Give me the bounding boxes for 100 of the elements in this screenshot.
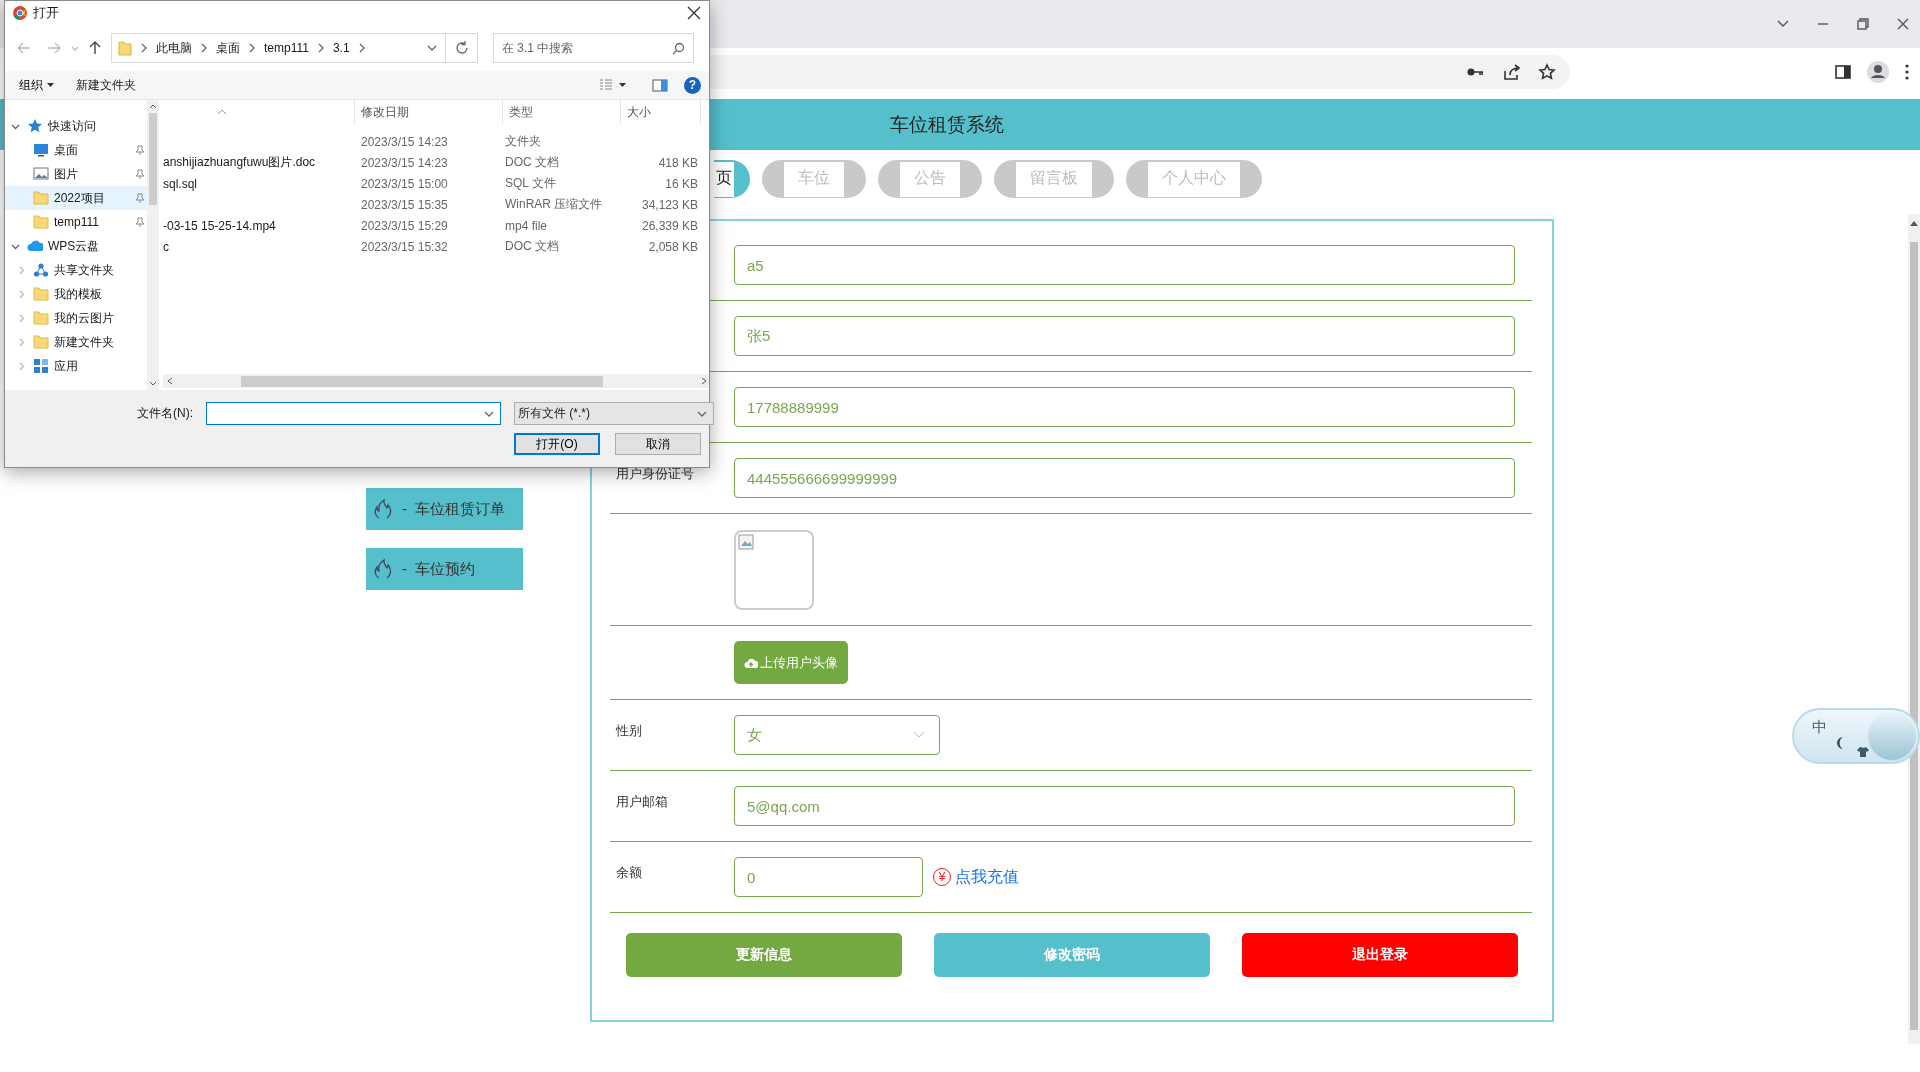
- file-type: WinRAR 压缩文件: [505, 197, 603, 211]
- share-nodes-icon: [33, 262, 49, 278]
- filename-field[interactable]: [206, 402, 501, 425]
- scroll-down-icon: [149, 381, 157, 386]
- action-button[interactable]: 退出登录: [1242, 933, 1518, 977]
- file-name: sql.sql: [163, 176, 197, 191]
- pin-icon[interactable]: [135, 193, 145, 203]
- browser-logo-icon: [13, 6, 27, 20]
- collapsed-chevron-icon[interactable]: [17, 313, 26, 323]
- field-label: 性别: [616, 723, 642, 738]
- column-header[interactable]: 修改日期: [361, 103, 409, 121]
- apps-icon: [33, 358, 49, 374]
- tree-item[interactable]: 共享文件夹: [5, 258, 147, 282]
- scrollbar[interactable]: [1908, 214, 1920, 1044]
- file-size: 26,339 KB: [641, 218, 698, 233]
- close-icon[interactable]: [1896, 17, 1910, 31]
- collapsed-chevron-icon[interactable]: [17, 337, 26, 347]
- breadcrumb-item[interactable]: temp111: [264, 41, 309, 55]
- tree-item[interactable]: WPS云盘: [5, 234, 147, 258]
- more-icon[interactable]: [1904, 62, 1910, 81]
- tree-item[interactable]: 快速访问: [5, 114, 147, 138]
- star-icon[interactable]: [1538, 62, 1556, 81]
- address-box[interactable]: 此电脑 桌面 temp111 3.1: [111, 33, 446, 63]
- new-folder-button[interactable]: 新建文件夹: [76, 76, 136, 94]
- pin-icon[interactable]: [135, 145, 145, 155]
- folder-icon: [33, 214, 49, 230]
- field-label: 用户邮箱: [616, 794, 668, 809]
- scrollbar[interactable]: [147, 100, 159, 390]
- pin-icon[interactable]: [135, 217, 145, 227]
- file-type: DOC 文档: [505, 155, 559, 169]
- file-type: 文件夹: [505, 134, 541, 148]
- file-type: mp4 file: [505, 218, 548, 233]
- broken-image-icon: [738, 533, 754, 550]
- dropdown-icon: [484, 410, 494, 417]
- file-size: 418 KB: [658, 155, 698, 170]
- chevron-down-icon: [913, 731, 925, 739]
- sidebar-item[interactable]: - 车位租赁订单: [366, 488, 523, 530]
- file-row[interactable]: -03-15 15-25-14.mp4 2023/3/15 15:29 mp4 file 26,339 KB: [163, 215, 709, 236]
- forward-arrow-icon[interactable]: [47, 42, 61, 54]
- folder-icon: [33, 190, 49, 206]
- chevron-right-icon: [201, 43, 207, 53]
- recharge-link[interactable]: 点我充值: [955, 866, 1019, 888]
- collapsed-chevron-icon[interactable]: [17, 265, 26, 275]
- input-method-widget[interactable]: 中: [1792, 708, 1920, 764]
- up-arrow-icon[interactable]: [89, 41, 101, 55]
- refresh-button[interactable]: [446, 33, 478, 63]
- file-date: 2023/3/15 15:29: [361, 218, 448, 233]
- tree-item[interactable]: 我的云图片: [5, 306, 147, 330]
- chevron-right-icon: [317, 43, 324, 53]
- scrollbar-thumb[interactable]: [149, 113, 157, 205]
- dialog-button[interactable]: 取消: [615, 433, 701, 455]
- back-arrow-icon[interactable]: [17, 42, 31, 54]
- pin-icon[interactable]: [135, 169, 145, 179]
- scrollbar-thumb[interactable]: [241, 375, 603, 387]
- search-icon: [672, 41, 685, 55]
- cloud-icon: [27, 238, 43, 254]
- column-header[interactable]: 类型: [509, 103, 533, 121]
- shirt-icon: [1856, 746, 1870, 758]
- scrollbar-thumb[interactable]: [1910, 242, 1918, 1030]
- file-row[interactable]: anshijiazhuangfuwu图片.doc 2023/3/15 14:23 DOC 文档 418 KB: [163, 152, 709, 173]
- dropdown-icon[interactable]: [427, 45, 437, 51]
- breadcrumb-item[interactable]: 此电脑: [156, 39, 192, 57]
- organize-menu[interactable]: 组织: [19, 76, 54, 94]
- file-row[interactable]: c 2023/3/15 15:32 DOC 文档 2,058 KB: [163, 236, 709, 257]
- tree-item[interactable]: 新建文件夹: [5, 330, 147, 354]
- sidebar-item[interactable]: - 车位预约: [366, 548, 523, 590]
- restore-icon[interactable]: [1856, 17, 1870, 31]
- scroll-up-icon[interactable]: [1910, 220, 1918, 226]
- help-button[interactable]: ?: [684, 76, 701, 94]
- collapsed-chevron-icon[interactable]: [17, 361, 26, 371]
- file-name: -03-15 15-25-14.mp4: [163, 218, 276, 233]
- preview-pane-icon[interactable]: [652, 78, 668, 92]
- file-row[interactable]: sql.sql 2023/3/15 15:00 SQL 文件 16 KB: [163, 173, 709, 194]
- file-date: 2023/3/15 14:23: [361, 155, 448, 170]
- file-size: 16 KB: [665, 176, 698, 191]
- side-panel-icon[interactable]: [1834, 62, 1852, 81]
- horizontal-scrollbar[interactable]: [163, 374, 709, 388]
- caret-icon[interactable]: [619, 83, 626, 87]
- tree-item[interactable]: 应用: [5, 354, 147, 378]
- file-row[interactable]: 2023/3/15 14:23 文件夹: [163, 131, 709, 152]
- collapsed-chevron-icon[interactable]: [17, 289, 26, 299]
- breadcrumb-item[interactable]: 桌面: [216, 39, 240, 57]
- share-icon[interactable]: [1502, 62, 1520, 81]
- tree-item[interactable]: 我的模板: [5, 282, 147, 306]
- sort-caret-icon[interactable]: [216, 109, 227, 115]
- profile-icon[interactable]: [1866, 59, 1890, 84]
- tree-item[interactable]: 图片: [5, 162, 147, 186]
- column-header[interactable]: 大小: [627, 103, 651, 121]
- nav-tab[interactable]: 页: [714, 160, 750, 198]
- tree-item[interactable]: temp111: [5, 210, 147, 234]
- file-row[interactable]: 2023/3/15 15:35 WinRAR 压缩文件 34,123 KB: [163, 194, 709, 215]
- file-type-select[interactable]: 所有文件 (*.*): [514, 402, 714, 425]
- search-field[interactable]: 在 3.1 中搜索: [493, 33, 694, 63]
- folder-icon: [33, 310, 49, 326]
- breadcrumb-item[interactable]: 3.1: [332, 41, 350, 55]
- close-icon[interactable]: [687, 6, 701, 20]
- dropdown-icon: [697, 410, 707, 417]
- tree-item[interactable]: 桌面: [5, 138, 147, 162]
- dialog-button[interactable]: 打开(O): [514, 433, 600, 455]
- tree-item[interactable]: 2022项目: [5, 186, 147, 210]
